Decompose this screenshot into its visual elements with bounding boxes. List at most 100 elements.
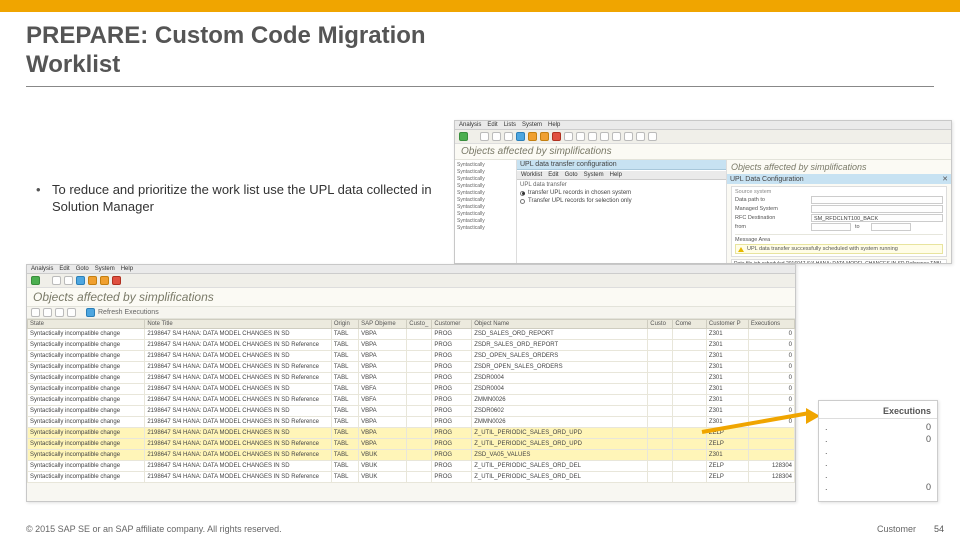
table-cell: TABL <box>331 406 358 417</box>
menu-item[interactable]: Worklist <box>521 172 542 178</box>
menu-item[interactable]: Analysis <box>459 122 481 128</box>
table-cell: ZSD_VA05_VALUES <box>472 450 648 461</box>
toolbar-icon[interactable] <box>528 132 537 141</box>
col-header[interactable]: Customer P <box>706 320 748 329</box>
callout-value: 0 <box>926 422 931 432</box>
menu-item[interactable]: Lists <box>504 122 516 128</box>
toolbar-icon[interactable] <box>624 132 633 141</box>
slide-content: • To reduce and prioritize the work list… <box>0 96 960 518</box>
table-cell: TABL <box>331 428 358 439</box>
col-header[interactable]: Note Title <box>145 320 332 329</box>
field-input[interactable] <box>871 223 911 231</box>
toolbar-icon[interactable] <box>64 276 73 285</box>
table-row[interactable]: Syntactically incompatible change2198647… <box>28 351 795 362</box>
menu-item[interactable]: Edit <box>548 172 558 178</box>
toolbar-icon[interactable] <box>31 308 40 317</box>
toolbar-icon[interactable] <box>648 132 657 141</box>
table-cell: 2198647 S/4 HANA: DATA MODEL CHANGES IN … <box>145 384 332 395</box>
table-cell <box>673 428 707 439</box>
table-row[interactable]: Syntactically incompatible change2198647… <box>28 362 795 373</box>
radio-option-all[interactable]: transfer UPL records in chosen system <box>520 190 723 196</box>
menu-item[interactable]: Analysis <box>31 266 53 272</box>
table-row[interactable]: Syntactically incompatible change2198647… <box>28 340 795 351</box>
table-cell: TABL <box>331 395 358 406</box>
toolbar-icon[interactable] <box>43 308 52 317</box>
menu-item[interactable]: Edit <box>59 266 69 272</box>
table-cell: ZELP <box>706 461 748 472</box>
menu-item[interactable]: System <box>584 172 604 178</box>
toolbar-icon[interactable] <box>636 132 645 141</box>
table-row[interactable]: Syntactically incompatible change2198647… <box>28 439 795 450</box>
col-header[interactable]: Object Name <box>472 320 648 329</box>
field-input[interactable] <box>811 205 943 213</box>
table-cell: VBUK <box>359 461 407 472</box>
table-row[interactable]: Syntactically incompatible change2198647… <box>28 428 795 439</box>
table-row[interactable]: Syntactically incompatible change2198647… <box>28 450 795 461</box>
col-header[interactable]: Origin <box>331 320 358 329</box>
table-row[interactable]: Syntactically incompatible change2198647… <box>28 373 795 384</box>
menu-item[interactable]: Goto <box>76 266 89 272</box>
toolbar-icon[interactable] <box>100 276 109 285</box>
field-input[interactable] <box>811 223 851 231</box>
refresh-icon[interactable] <box>86 308 95 317</box>
toolbar-icon[interactable] <box>52 276 61 285</box>
toolbar-icon[interactable] <box>540 132 549 141</box>
toolbar-icon[interactable] <box>67 308 76 317</box>
toolbar-icon[interactable] <box>504 132 513 141</box>
toolbar-icon[interactable] <box>480 132 489 141</box>
grid-toolbar: Refresh Executions <box>27 307 795 319</box>
table-cell: PROG <box>432 450 472 461</box>
toolbar-icon[interactable] <box>564 132 573 141</box>
table-cell <box>648 428 673 439</box>
toolbar-icon[interactable] <box>88 276 97 285</box>
toolbar-icon[interactable] <box>76 276 85 285</box>
col-header[interactable]: Custo_ <box>407 320 432 329</box>
table-row[interactable]: Syntactically incompatible change2198647… <box>28 329 795 340</box>
table-row[interactable]: Syntactically incompatible change2198647… <box>28 472 795 483</box>
callout-header: Executions <box>819 405 937 419</box>
col-header[interactable]: Customer <box>432 320 472 329</box>
upl-transfer-panel: UPL data transfer configuration Worklist… <box>517 160 727 264</box>
toolbar-icon[interactable] <box>516 132 525 141</box>
table-row[interactable]: Syntactically incompatible change2198647… <box>28 395 795 406</box>
table-cell <box>673 362 707 373</box>
table-cell: TABL <box>331 351 358 362</box>
table-row[interactable]: Syntactically incompatible change2198647… <box>28 417 795 428</box>
menu-item[interactable]: Help <box>121 266 133 272</box>
toolbar-icon[interactable] <box>588 132 597 141</box>
toolbar-icon[interactable] <box>612 132 621 141</box>
col-header[interactable]: Executions <box>748 320 794 329</box>
table-cell: Syntactically incompatible change <box>28 340 145 351</box>
toolbar-icon[interactable] <box>552 132 561 141</box>
col-header[interactable]: State <box>28 320 145 329</box>
field-input[interactable]: SM_RFDCLNT100_BACK <box>811 214 943 222</box>
menu-item[interactable]: Goto <box>565 172 578 178</box>
menu-item[interactable]: Edit <box>487 122 497 128</box>
menu-item[interactable]: System <box>95 266 115 272</box>
toolbar-icon[interactable] <box>112 276 121 285</box>
refresh-label[interactable]: Refresh Executions <box>98 309 159 316</box>
col-header[interactable]: Come <box>673 320 707 329</box>
toolbar-icon[interactable] <box>600 132 609 141</box>
menu-item[interactable]: Help <box>548 122 560 128</box>
field-input[interactable] <box>811 196 943 204</box>
accept-icon[interactable] <box>31 276 40 285</box>
table-cell: VBPA <box>359 439 407 450</box>
close-icon[interactable]: ✕ <box>942 175 948 183</box>
toolbar-icon[interactable] <box>492 132 501 141</box>
table-row[interactable]: Syntactically incompatible change2198647… <box>28 406 795 417</box>
col-header[interactable]: Custo <box>648 320 673 329</box>
state-cell: Syntactically <box>457 190 514 197</box>
table-row[interactable]: Syntactically incompatible change2198647… <box>28 461 795 472</box>
menu-item[interactable]: System <box>522 122 542 128</box>
toolbar-icon[interactable] <box>576 132 585 141</box>
table-cell: TABL <box>331 373 358 384</box>
table-cell <box>407 472 432 483</box>
table-row[interactable]: Syntactically incompatible change2198647… <box>28 384 795 395</box>
col-header[interactable]: SAP Objeme <box>359 320 407 329</box>
menu-item[interactable]: Help <box>610 172 622 178</box>
accept-icon[interactable] <box>459 132 468 141</box>
table-cell <box>673 340 707 351</box>
radio-option-selection[interactable]: Transfer UPL records for selection only <box>520 198 723 204</box>
toolbar-icon[interactable] <box>55 308 64 317</box>
